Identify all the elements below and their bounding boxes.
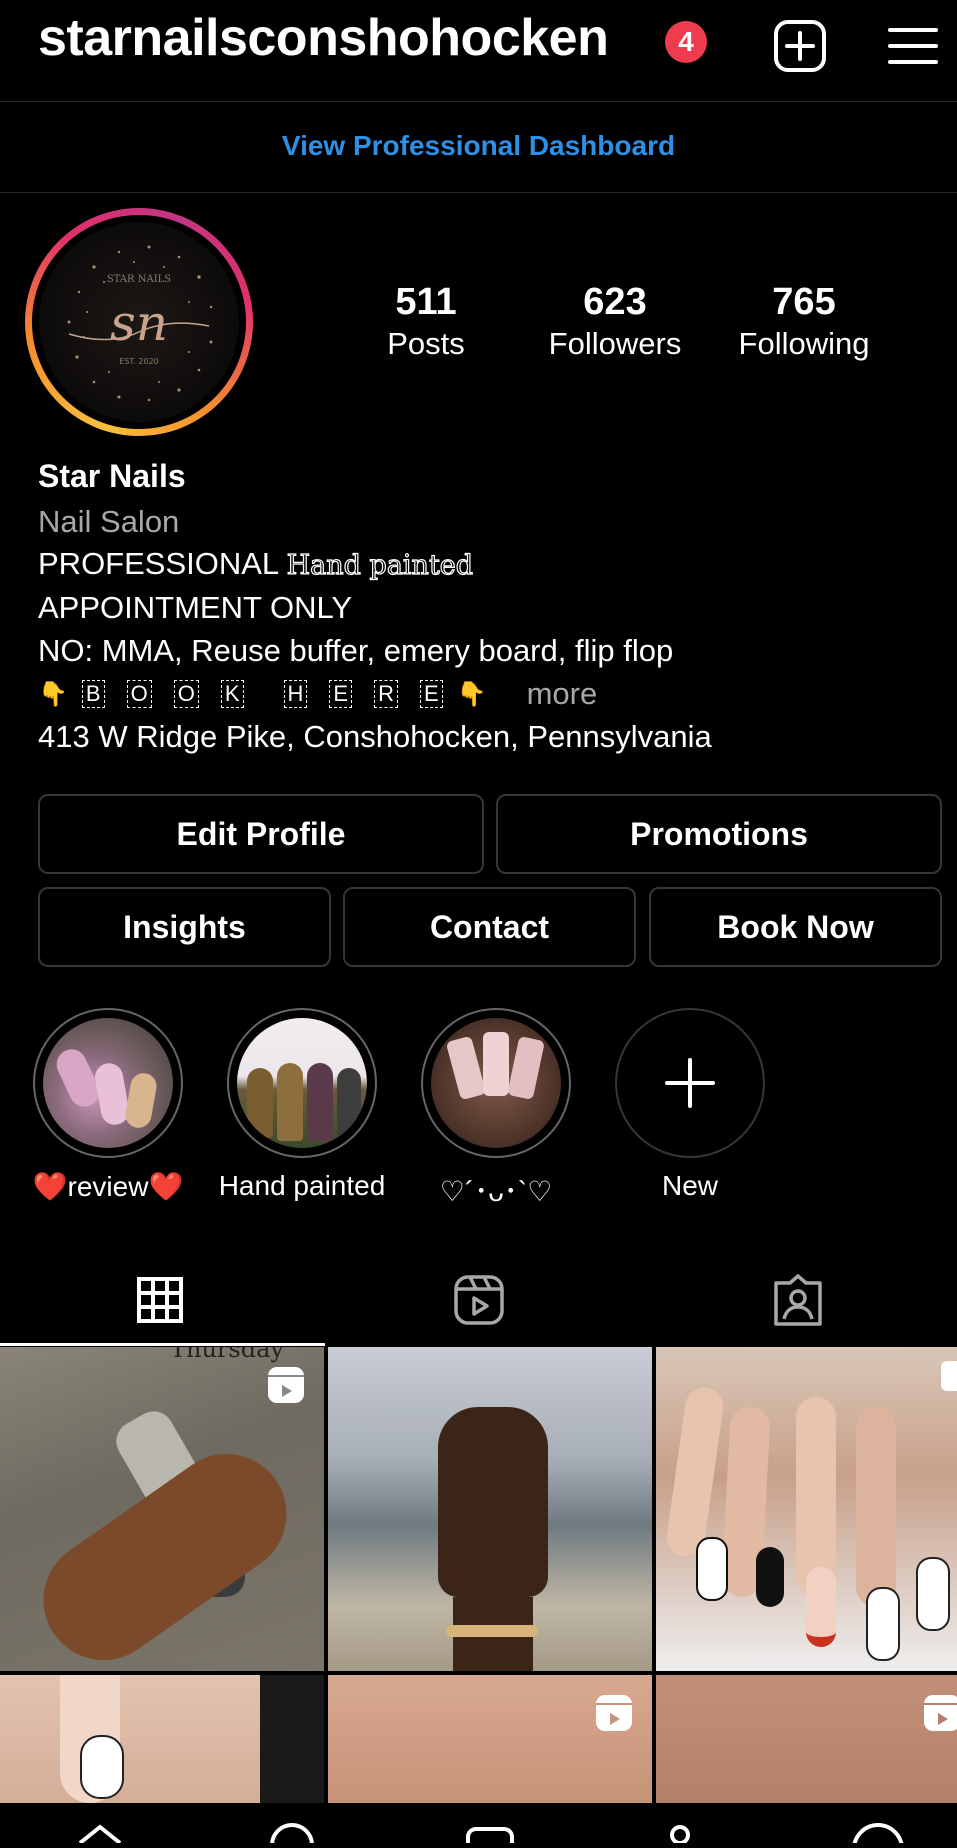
stat-following[interactable]: 765 Following bbox=[724, 280, 884, 364]
active-tab-indicator bbox=[0, 1343, 325, 1346]
plus-square-icon bbox=[774, 20, 826, 72]
highlight-cover bbox=[43, 1018, 173, 1148]
profile-name: Star Nails bbox=[38, 458, 186, 494]
stat-label: Posts bbox=[387, 326, 465, 361]
highlight-new-ring bbox=[615, 1008, 765, 1158]
tab-tagged[interactable] bbox=[638, 1255, 957, 1345]
reel-icon bbox=[596, 1695, 632, 1731]
promotions-button[interactable]: Promotions bbox=[496, 794, 942, 874]
pointing-down-icon: 👇 bbox=[38, 680, 68, 708]
bio-boxed-letter: O bbox=[173, 680, 199, 708]
view-professional-dashboard-link[interactable]: View Professional Dashboard bbox=[0, 102, 957, 190]
pointing-down-icon: 👇 bbox=[456, 680, 487, 708]
hamburger-menu-icon bbox=[888, 28, 938, 64]
insights-button[interactable]: Insights bbox=[38, 887, 331, 967]
plus-icon bbox=[665, 1058, 715, 1108]
avatar-monogram: sn bbox=[110, 294, 168, 352]
post-thumbnail[interactable]: Thursday bbox=[0, 1347, 324, 1671]
shop-icon[interactable] bbox=[670, 1825, 690, 1845]
bio-line-1: PROFESSIONAL Hand painted bbox=[38, 546, 474, 582]
profile-category[interactable]: Nail Salon bbox=[38, 504, 179, 540]
bio-boxed-letter: R bbox=[374, 680, 398, 708]
bio-line-2: APPOINTMENT ONLY bbox=[38, 590, 353, 625]
stat-label: Followers bbox=[548, 326, 682, 361]
reel-icon bbox=[268, 1367, 304, 1403]
profile-address[interactable]: 413 W Ridge Pike, Conshohocken, Pennsylv… bbox=[38, 719, 712, 755]
post-thumbnail[interactable] bbox=[328, 1675, 652, 1803]
avatar-logo: STAR NAILS sn EST. 2020 bbox=[39, 222, 239, 422]
edit-profile-button[interactable]: Edit Profile bbox=[38, 794, 484, 874]
profile-nav-icon[interactable] bbox=[852, 1823, 904, 1848]
highlight-new[interactable]: New bbox=[614, 1008, 766, 1201]
post-thumbnail[interactable] bbox=[328, 1347, 652, 1671]
highlight-hand-painted[interactable]: Hand painted bbox=[219, 1008, 385, 1201]
highlight-review[interactable]: ❤️review❤️ bbox=[32, 1008, 184, 1202]
bio-boxed-letter: O bbox=[126, 680, 152, 708]
post-thumbnail[interactable] bbox=[0, 1675, 324, 1803]
stat-value: 765 bbox=[772, 281, 836, 323]
highlight-label: New bbox=[661, 1170, 718, 1201]
home-icon[interactable] bbox=[78, 1824, 122, 1845]
bio-line-4: 👇 B O O K H E R E 👇 more bbox=[38, 676, 597, 712]
highlight-ring bbox=[421, 1008, 571, 1158]
highlight-label: Hand painted bbox=[218, 1170, 386, 1201]
stat-value: 511 bbox=[395, 281, 457, 323]
bottom-navigation-bar bbox=[0, 1803, 957, 1848]
menu-button[interactable] bbox=[885, 18, 941, 74]
reels-nav-icon[interactable] bbox=[466, 1827, 514, 1848]
bio-styled-text: Hand painted bbox=[286, 549, 474, 581]
post-thumbnail[interactable] bbox=[656, 1347, 957, 1671]
highlight-label: ♡´･ᴗ･`♡ bbox=[439, 1176, 553, 1207]
avatar: STAR NAILS sn EST. 2020 bbox=[32, 215, 246, 429]
create-post-button[interactable] bbox=[770, 16, 830, 76]
tagged-icon bbox=[773, 1274, 822, 1326]
grid-icon bbox=[136, 1277, 183, 1323]
highlight-hearts[interactable]: ♡´･ᴗ･`♡ bbox=[420, 1008, 572, 1207]
stat-posts[interactable]: 511 Posts bbox=[346, 280, 506, 364]
search-icon[interactable] bbox=[270, 1823, 314, 1848]
highlight-cover bbox=[237, 1018, 367, 1148]
notification-badge[interactable]: 4 bbox=[665, 21, 707, 63]
bio-boxed-letter: H bbox=[283, 680, 308, 708]
top-bar: starnailsconshohocken 4 bbox=[0, 0, 957, 100]
bio-text: PROFESSIONAL bbox=[38, 546, 287, 581]
tab-reels[interactable] bbox=[319, 1255, 638, 1345]
bio-boxed-letter: K bbox=[220, 680, 244, 708]
stat-value: 623 bbox=[583, 281, 647, 323]
svg-text:EST. 2020: EST. 2020 bbox=[119, 357, 159, 366]
highlight-ring bbox=[227, 1008, 377, 1158]
svg-text:STAR NAILS: STAR NAILS bbox=[107, 274, 171, 285]
book-now-button[interactable]: Book Now bbox=[649, 887, 942, 967]
tab-posts-grid[interactable] bbox=[0, 1255, 319, 1345]
divider bbox=[0, 192, 957, 193]
bio-boxed-letter: E bbox=[419, 680, 443, 708]
stat-label: Following bbox=[738, 326, 870, 361]
avatar-story-ring[interactable]: STAR NAILS sn EST. 2020 bbox=[25, 208, 253, 436]
reel-icon bbox=[924, 1695, 957, 1731]
bio-boxed-letter: E bbox=[329, 680, 353, 708]
post-caption: Thursday bbox=[170, 1347, 284, 1363]
stat-followers[interactable]: 623 Followers bbox=[535, 280, 695, 364]
profile-username[interactable]: starnailsconshohocken bbox=[38, 8, 609, 68]
bio-more-link[interactable]: more bbox=[527, 676, 598, 712]
highlight-ring bbox=[33, 1008, 183, 1158]
contact-button[interactable]: Contact bbox=[343, 887, 636, 967]
post-thumbnail[interactable] bbox=[656, 1675, 957, 1803]
bio-boxed-letter: B bbox=[81, 680, 105, 708]
reels-icon bbox=[453, 1275, 504, 1325]
highlight-label: ❤️review❤️ bbox=[32, 1171, 184, 1202]
highlight-cover bbox=[431, 1018, 561, 1148]
bio-line-3: NO: MMA, Reuse buffer, emery board, flip… bbox=[38, 633, 674, 668]
